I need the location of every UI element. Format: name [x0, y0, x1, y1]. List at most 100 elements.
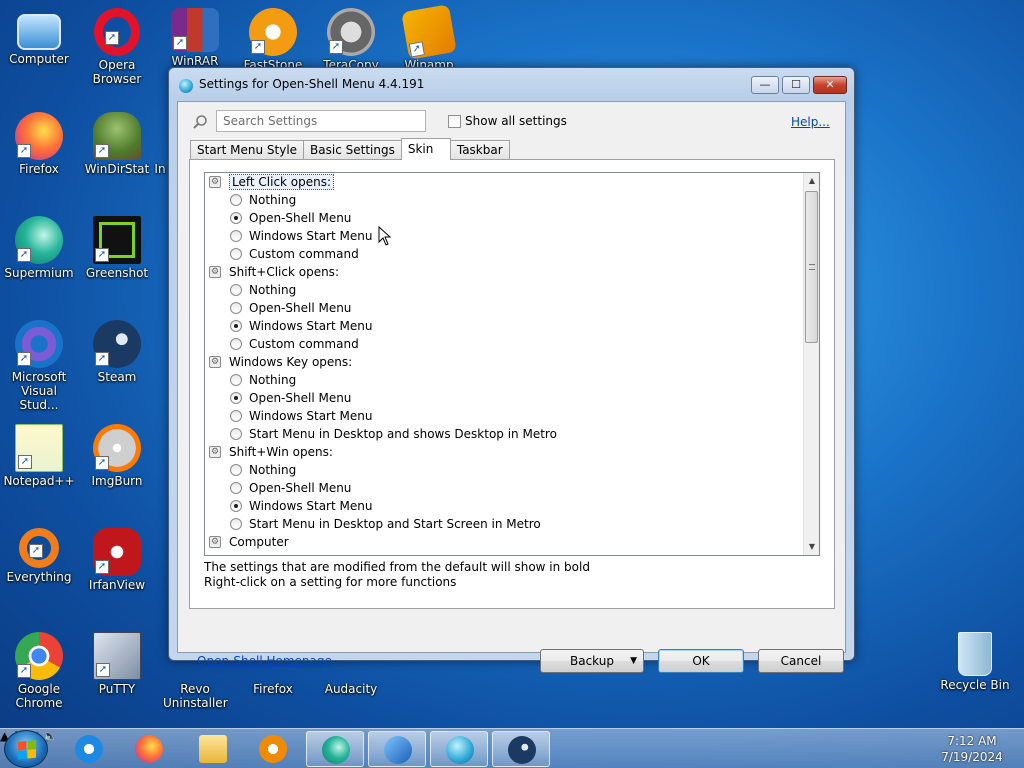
settings-option[interactable]: Custom command [205, 335, 803, 353]
tab-taskbar[interactable]: Taskbar [449, 140, 510, 160]
vertical-scrollbar[interactable]: ▲ ▼ [803, 173, 819, 555]
maximize-button[interactable]: ☐ [782, 76, 810, 94]
taskbar-button[interactable] [368, 731, 426, 767]
settings-group[interactable]: ⚙ Shift+Win opens: [205, 443, 803, 461]
desktop-icon-steam[interactable]: ➚ Steam [78, 320, 156, 384]
radio-button[interactable] [230, 284, 242, 296]
scroll-down-arrow-icon[interactable]: ▼ [804, 539, 819, 555]
settings-row-label: Windows Start Menu [249, 319, 373, 333]
desktop-icon-partial[interactable]: In [150, 162, 170, 176]
taskbar-button[interactable] [492, 731, 550, 767]
desktop-icon-irfanview[interactable]: ➚ IrfanView [78, 528, 156, 592]
settings-option[interactable]: Windows Start Menu [205, 407, 803, 425]
radio-button[interactable] [230, 248, 242, 260]
tab-skin[interactable]: Skin [400, 138, 451, 160]
desktop-icon-windirstat[interactable]: ➚ WinDirStat [78, 112, 156, 176]
close-button[interactable]: ✕ [813, 76, 847, 94]
settings-tree: ⚙ Left Click opens: Nothing Open-Shell Menu… [204, 172, 820, 556]
settings-option[interactable]: Nothing [205, 281, 803, 299]
settings-option[interactable]: Start Menu in Desktop and Start Screen i… [205, 515, 803, 533]
taskbar-button[interactable] [184, 731, 242, 767]
desktop-icon-label: Microsoft Visual Stud... [11, 370, 67, 412]
taskbar-clock[interactable]: 7:12 AM 7/19/2024 [932, 733, 1012, 765]
radio-button[interactable] [230, 194, 242, 206]
radio-button[interactable] [230, 230, 242, 242]
desktop-icon-teracopy[interactable]: ➚ TeraCopy [312, 8, 390, 72]
desktop-icon-everything[interactable]: ➚ Everything [0, 528, 78, 584]
desktop-icon-faststone[interactable]: ➚ FastStone [234, 8, 312, 72]
taskbar-button[interactable] [306, 731, 364, 767]
desktop-icon-recycle-bin[interactable]: Recycle Bin [936, 632, 1014, 692]
show-all-settings-toggle[interactable]: Show all settings [448, 114, 567, 128]
scroll-up-arrow-icon[interactable]: ▲ [804, 173, 819, 189]
desktop-icon-label: Supermium [4, 266, 74, 280]
search-input[interactable] [216, 110, 426, 132]
tab-basic-settings[interactable]: Basic Settings [303, 140, 402, 160]
show-all-checkbox[interactable] [448, 114, 461, 128]
desktop-icon-opera[interactable]: ➚ Opera Browser [78, 8, 156, 86]
settings-option[interactable]: Nothing [205, 371, 803, 389]
taskbar-button[interactable] [430, 731, 488, 767]
scroll-thumb[interactable] [805, 191, 818, 343]
ok-button[interactable]: OK [658, 649, 744, 673]
radio-button[interactable] [230, 338, 242, 350]
desktop-icon-firefox[interactable]: ➚ Firefox [0, 112, 78, 176]
settings-group[interactable]: ⚙ Windows Key opens: [205, 353, 803, 371]
desktop-icon-supermium[interactable]: ➚ Supermium [0, 216, 78, 280]
settings-option[interactable]: Open-Shell Menu [205, 479, 803, 497]
desktop-icon-chrome[interactable]: ➚ Google Chrome [0, 632, 78, 710]
help-link[interactable]: Help... [791, 115, 830, 129]
shortcut-arrow-icon: ➚ [17, 664, 31, 678]
desktop-icon-computer[interactable]: Computer [0, 8, 78, 66]
settings-group[interactable]: ⚙ Computer [205, 533, 803, 551]
start-button[interactable] [4, 730, 48, 768]
title-bar[interactable]: Settings for Open-Shell Menu 4.4.191 — ☐… [169, 68, 854, 102]
settings-option[interactable]: Nothing [205, 461, 803, 479]
radio-button[interactable] [230, 518, 242, 530]
radio-button[interactable] [230, 482, 242, 494]
radio-button[interactable] [230, 464, 242, 476]
desktop-icon-winamp[interactable]: ➚ Winamp [390, 4, 468, 72]
settings-option[interactable]: Windows Start Menu [205, 317, 803, 335]
shortcut-arrow-icon: ➚ [17, 248, 31, 262]
desktop-icon-imgburn[interactable]: ➚ ImgBurn [78, 424, 156, 488]
settings-group[interactable]: ⚙ Shift+Click opens: [205, 263, 803, 281]
desktop-icon-winrar[interactable]: ➚ WinRAR [156, 8, 234, 68]
taskbar-button[interactable] [244, 731, 302, 767]
settings-group[interactable]: ⚙ Left Click opens: [205, 173, 803, 191]
desktop-icon-label: Audacity [324, 682, 378, 696]
settings-row-label: Computer [229, 535, 289, 549]
desktop-icon-greenshot[interactable]: ➚ Greenshot [78, 216, 156, 280]
desktop-icon-visual-studio[interactable]: ➚ Microsoft Visual Stud... [0, 320, 78, 412]
radio-button[interactable] [230, 320, 242, 332]
radio-button[interactable] [230, 392, 242, 404]
settings-option[interactable]: Nothing [205, 191, 803, 209]
taskbar: ▲ ⚑ ▣ 🔈 7:12 AM 7/19/2024 [0, 728, 1024, 768]
cancel-button[interactable]: Cancel [758, 649, 844, 673]
desktop-icon-putty[interactable]: ➚ PuTTY [78, 632, 156, 696]
desktop-icon-notepadpp[interactable]: ➚ Notepad++ [0, 424, 78, 488]
radio-button[interactable] [230, 500, 242, 512]
radio-button[interactable] [230, 212, 242, 224]
settings-option[interactable]: Windows Start Menu [205, 497, 803, 515]
settings-row-label: Open-Shell Menu [249, 481, 352, 495]
tab-start-menu-style[interactable]: Start Menu Style [190, 140, 305, 160]
desktop-icon-label: Revo Uninstaller [163, 682, 228, 710]
desktop-icon-label: Everything [6, 570, 72, 584]
steam-icon: ➚ [93, 320, 141, 368]
radio-button[interactable] [230, 428, 242, 440]
radio-button[interactable] [230, 410, 242, 422]
settings-option[interactable]: Open-Shell Menu [205, 209, 803, 227]
settings-option[interactable]: Open-Shell Menu [205, 389, 803, 407]
taskbar-button[interactable] [60, 731, 118, 767]
settings-option[interactable]: Start Menu in Desktop and shows Desktop … [205, 425, 803, 443]
minimize-button[interactable]: — [751, 76, 779, 94]
settings-option[interactable]: Windows Start Menu [205, 227, 803, 245]
backup-button[interactable]: Backup ▼ [540, 649, 644, 673]
settings-option[interactable]: Custom command [205, 245, 803, 263]
settings-option[interactable]: Open-Shell Menu [205, 299, 803, 317]
radio-button[interactable] [230, 374, 242, 386]
open-shell-homepage-link[interactable]: Open-Shell Homepage [197, 654, 332, 668]
taskbar-button[interactable] [120, 731, 178, 767]
radio-button[interactable] [230, 302, 242, 314]
